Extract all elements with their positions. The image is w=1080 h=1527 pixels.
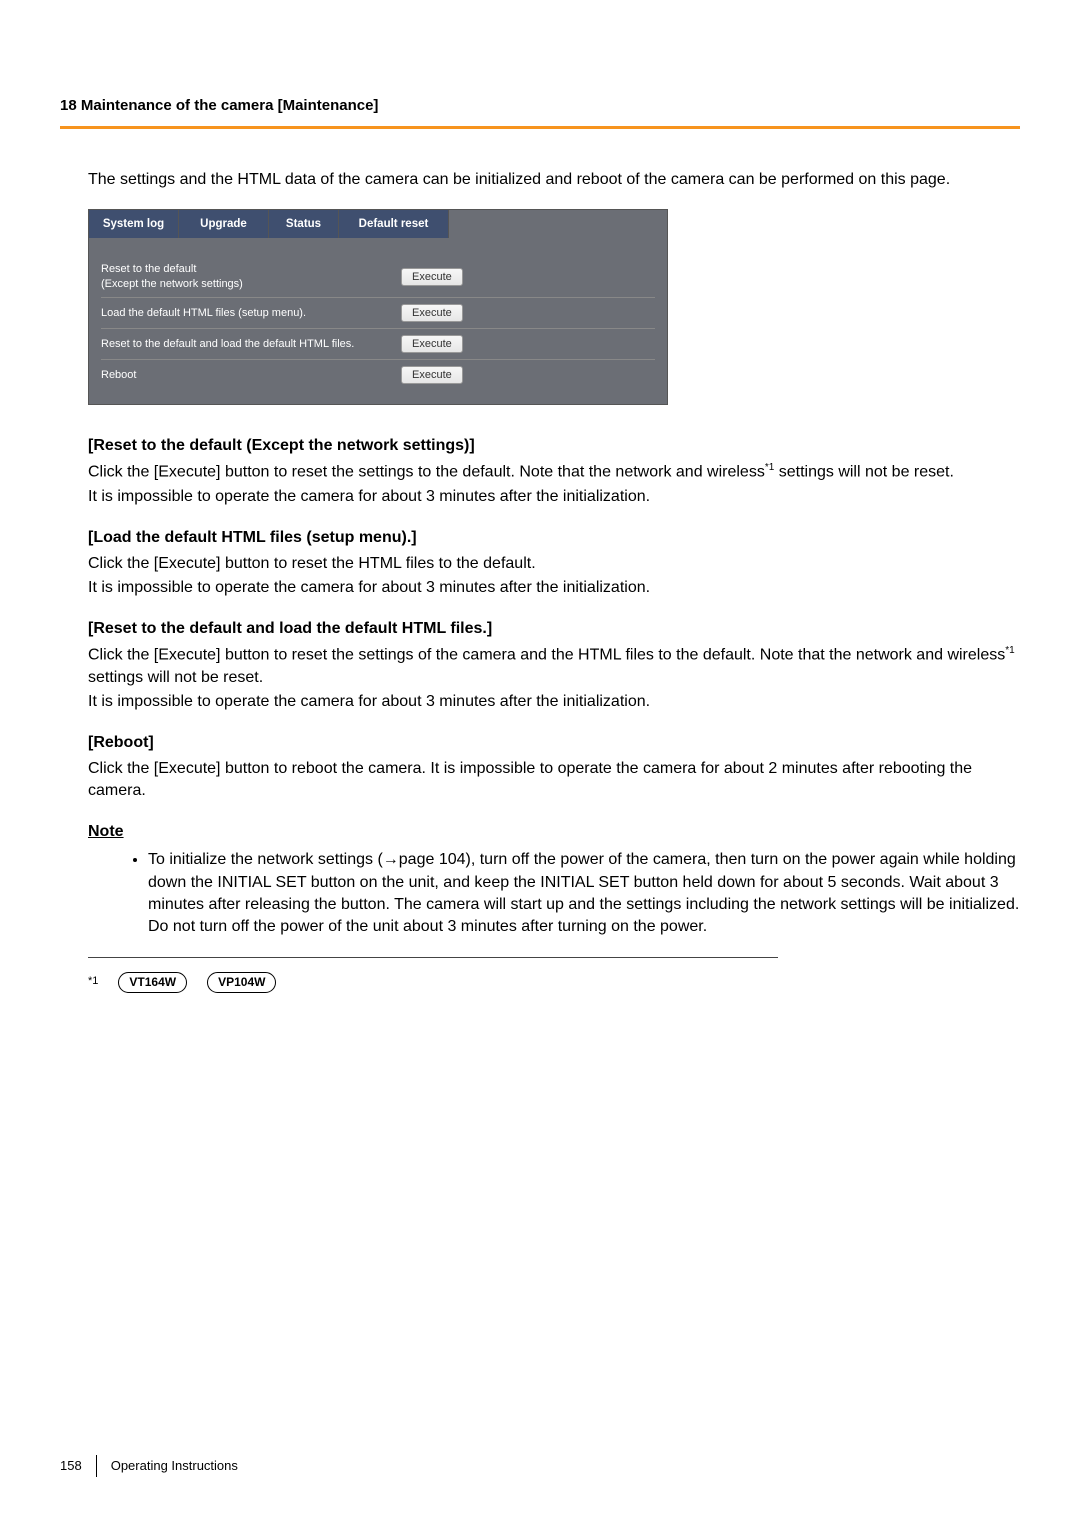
footnote-index: *1 bbox=[88, 974, 98, 989]
tab-default-reset[interactable]: Default reset bbox=[339, 210, 449, 238]
execute-button[interactable]: Execute bbox=[401, 366, 463, 384]
setting-row-reset-default: Reset to the default (Except the network… bbox=[101, 256, 655, 298]
text-part: Click the [Execute] button to reset the … bbox=[88, 464, 765, 481]
tab-status[interactable]: Status bbox=[269, 210, 339, 238]
note-item: To initialize the network settings (→pag… bbox=[148, 849, 1020, 939]
section-paragraph: Click the [Execute] button to reset the … bbox=[88, 553, 1020, 575]
footnote-marker: *1 bbox=[1005, 645, 1014, 656]
footnote-row: *1 VT164W VP104W bbox=[88, 972, 1020, 993]
header-divider bbox=[60, 126, 1020, 129]
setting-label: Load the default HTML files (setup menu)… bbox=[101, 306, 401, 320]
intro-paragraph: The settings and the HTML data of the ca… bbox=[88, 169, 1020, 191]
section-heading-load-html: [Load the default HTML files (setup menu… bbox=[88, 527, 1020, 549]
section-heading-reset-default: [Reset to the default (Except the networ… bbox=[88, 435, 1020, 457]
footnote-marker: *1 bbox=[765, 462, 774, 473]
execute-button[interactable]: Execute bbox=[401, 268, 463, 286]
page-number: 158 bbox=[60, 1457, 82, 1475]
text-part: settings will not be reset. bbox=[88, 669, 263, 686]
section-heading-reboot: [Reboot] bbox=[88, 732, 1020, 754]
settings-body: Reset to the default (Except the network… bbox=[89, 238, 667, 404]
setting-row-reboot: Reboot Execute bbox=[101, 360, 655, 390]
note-heading: Note bbox=[88, 821, 1020, 843]
tab-system-log[interactable]: System log bbox=[89, 210, 179, 238]
section-paragraph: It is impossible to operate the camera f… bbox=[88, 486, 1020, 508]
setting-label: Reboot bbox=[101, 368, 401, 382]
model-badge-vp104w: VP104W bbox=[207, 972, 276, 993]
section-paragraph: It is impossible to operate the camera f… bbox=[88, 691, 1020, 713]
section-paragraph: Click the [Execute] button to reboot the… bbox=[88, 758, 1020, 803]
tab-upgrade[interactable]: Upgrade bbox=[179, 210, 269, 238]
footnote-divider bbox=[88, 957, 778, 958]
setting-label: Reset to the default and load the defaul… bbox=[101, 337, 401, 351]
setting-row-load-html: Load the default HTML files (setup menu)… bbox=[101, 298, 655, 329]
footer-divider bbox=[96, 1455, 97, 1477]
footer-label: Operating Instructions bbox=[111, 1457, 238, 1475]
text-part: settings will not be reset. bbox=[774, 464, 954, 481]
execute-button[interactable]: Execute bbox=[401, 335, 463, 353]
section-heading-reset-and-load: [Reset to the default and load the defau… bbox=[88, 618, 1020, 640]
section-paragraph: Click the [Execute] button to reset the … bbox=[88, 461, 1020, 484]
execute-button[interactable]: Execute bbox=[401, 304, 463, 322]
page-footer: 158 Operating Instructions bbox=[60, 1455, 238, 1477]
tabs-row: System log Upgrade Status Default reset bbox=[89, 210, 667, 238]
text-part: Click the [Execute] button to reset the … bbox=[88, 646, 1005, 663]
section-paragraph: Click the [Execute] button to reset the … bbox=[88, 644, 1020, 689]
chapter-title: 18 Maintenance of the camera [Maintenanc… bbox=[60, 95, 1020, 116]
tabs-filler bbox=[449, 210, 667, 238]
setting-label: Reset to the default (Except the network… bbox=[101, 262, 401, 291]
note-list: To initialize the network settings (→pag… bbox=[88, 849, 1020, 939]
setting-row-reset-and-load: Reset to the default and load the defaul… bbox=[101, 329, 655, 360]
section-paragraph: It is impossible to operate the camera f… bbox=[88, 577, 1020, 599]
model-badge-vt164w: VT164W bbox=[118, 972, 187, 993]
settings-screenshot: System log Upgrade Status Default reset … bbox=[88, 209, 668, 405]
